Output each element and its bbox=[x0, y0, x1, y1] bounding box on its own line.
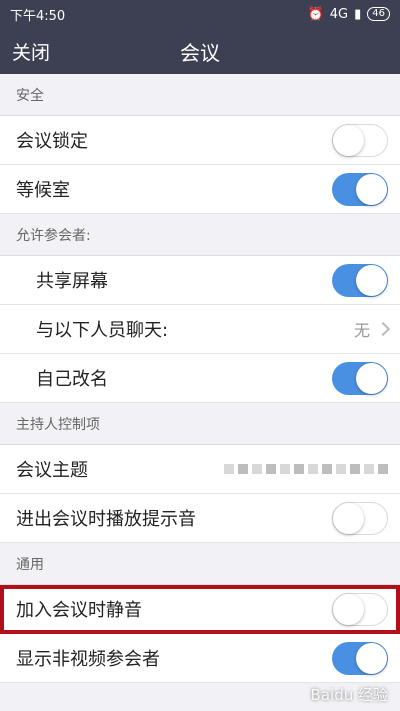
toggle-knob bbox=[333, 502, 364, 534]
nav-bar: 关闭 会议 bbox=[0, 28, 400, 74]
close-button[interactable]: 关闭 bbox=[12, 38, 50, 65]
toggle-knob bbox=[356, 642, 387, 674]
chevron-right-icon bbox=[375, 321, 391, 337]
section-general: 通用 bbox=[0, 543, 400, 585]
row-label: 等候室 bbox=[16, 180, 70, 201]
show-non-video-toggle[interactable] bbox=[332, 641, 388, 675]
row-waiting-room: 等候室 bbox=[0, 165, 400, 214]
status-icons: ⏰ 4G ▮ 46 bbox=[308, 7, 390, 22]
waiting-room-toggle[interactable] bbox=[332, 172, 388, 206]
mute-on-entry-toggle[interactable] bbox=[332, 592, 388, 626]
row-label: 会议主题 bbox=[16, 460, 88, 481]
toggle-knob bbox=[333, 124, 364, 156]
network-label: 4G bbox=[329, 6, 349, 22]
section-security: 安全 bbox=[0, 74, 400, 116]
section-allow-participants: 允许参会者: bbox=[0, 214, 400, 256]
row-label: 与以下人员聊天: bbox=[36, 320, 169, 341]
row-label: 会议锁定 bbox=[16, 131, 88, 152]
row-share-screen: 共享屏幕 bbox=[0, 256, 400, 305]
blurred-topic-value bbox=[224, 464, 388, 474]
row-rename-self: 自己改名 bbox=[0, 354, 400, 403]
row-show-non-video: 显示非视频参会者 bbox=[0, 634, 400, 683]
row-label: 自己改名 bbox=[36, 369, 108, 390]
row-label: 共享屏幕 bbox=[36, 271, 108, 292]
status-time: 下午4:50 bbox=[10, 8, 66, 24]
entry-exit-chime-toggle[interactable] bbox=[332, 501, 388, 535]
toggle-knob bbox=[356, 264, 387, 296]
row-meeting-topic[interactable]: 会议主题 bbox=[0, 445, 400, 494]
toggle-knob bbox=[333, 593, 364, 625]
share-screen-toggle[interactable] bbox=[332, 263, 388, 297]
row-mute-on-entry: 加入会议时静音 bbox=[0, 585, 400, 634]
row-label: 显示非视频参会者 bbox=[16, 649, 160, 670]
chat-with-value: 无 bbox=[353, 317, 391, 341]
lock-meeting-toggle[interactable] bbox=[332, 123, 388, 157]
page-title: 会议 bbox=[180, 40, 220, 65]
row-lock-meeting: 会议锁定 bbox=[0, 116, 400, 165]
rename-self-toggle[interactable] bbox=[332, 361, 388, 395]
alarm-icon: ⏰ bbox=[307, 6, 324, 22]
signal-icon: ▮ bbox=[354, 6, 362, 22]
row-chat-with[interactable]: 与以下人员聊天: 无 bbox=[0, 305, 400, 354]
row-entry-exit-chime: 进出会议时播放提示音 bbox=[0, 494, 400, 543]
row-label: 加入会议时静音 bbox=[16, 600, 142, 621]
battery-icon: 46 bbox=[367, 7, 390, 21]
status-bar: 下午4:50 ⏰ 4G ▮ 46 bbox=[0, 0, 400, 28]
section-host-controls: 主持人控制项 bbox=[0, 403, 400, 445]
chat-value-text: 无 bbox=[353, 321, 370, 340]
toggle-knob bbox=[356, 362, 387, 394]
watermark-logo: Baidu 经验 bbox=[310, 686, 388, 704]
toggle-knob bbox=[356, 173, 387, 205]
row-label: 进出会议时播放提示音 bbox=[16, 509, 196, 530]
